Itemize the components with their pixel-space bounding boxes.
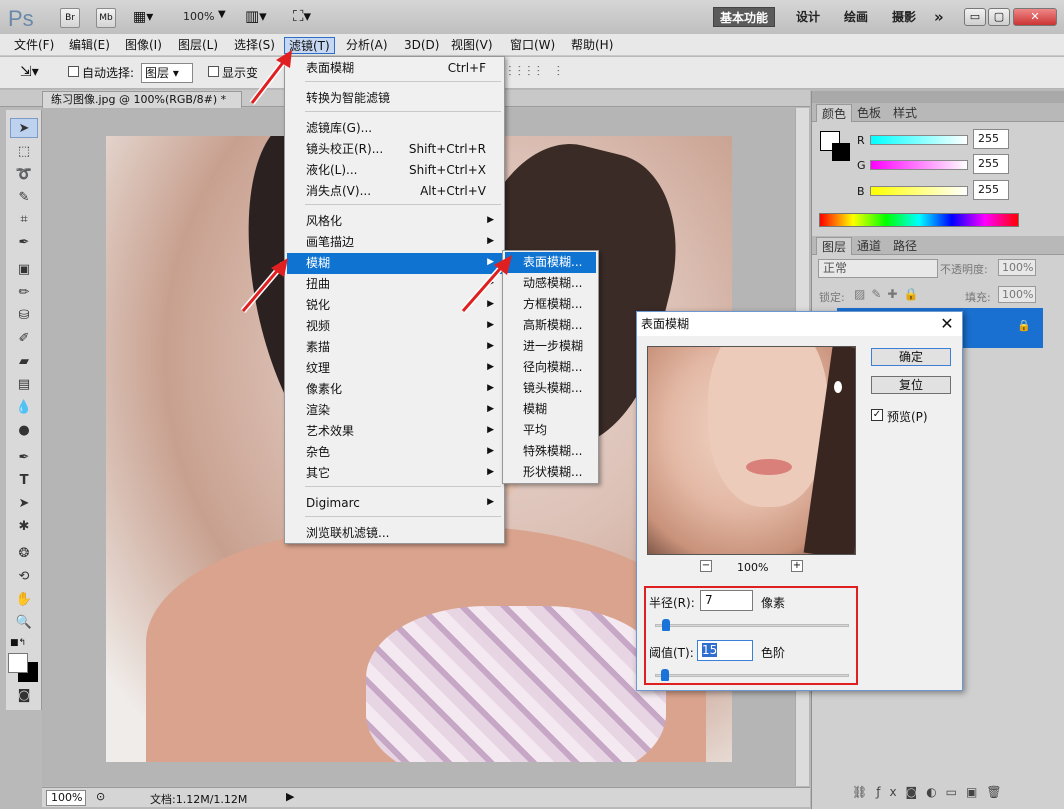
annotation-arrows <box>240 50 512 313</box>
arrow-to-blur-item <box>240 258 288 313</box>
arrow-to-surface-blur <box>460 255 512 313</box>
arrow-to-filter-menu <box>249 50 292 105</box>
